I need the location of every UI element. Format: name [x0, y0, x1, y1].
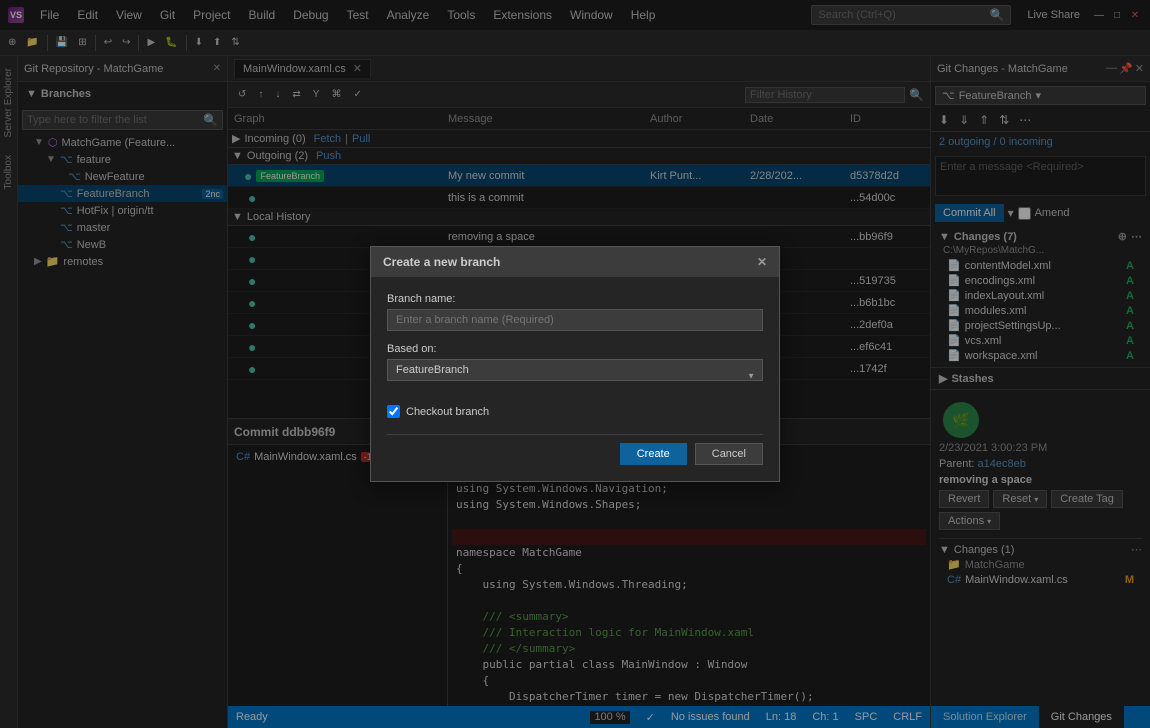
checkout-checkbox[interactable] [387, 405, 400, 418]
based-on-label: Based on: [387, 343, 763, 355]
checkout-label: Checkout branch [406, 406, 489, 418]
dialog-footer: Create Cancel [387, 434, 763, 465]
dialog-title: Create a new branch [383, 255, 500, 269]
branch-name-label: Branch name: [387, 293, 763, 305]
dialog-body: Branch name: Based on: FeatureBranch mas… [371, 277, 779, 481]
dialog-close-btn[interactable]: ✕ [757, 255, 767, 269]
dialog-overlay[interactable]: Create a new branch ✕ Branch name: Based… [0, 0, 1150, 728]
branch-name-input[interactable] [387, 309, 763, 331]
create-btn[interactable]: Create [620, 443, 687, 465]
based-on-select[interactable]: FeatureBranch master feature NewFeature [387, 359, 763, 381]
cancel-btn[interactable]: Cancel [695, 443, 763, 465]
create-branch-dialog: Create a new branch ✕ Branch name: Based… [370, 246, 780, 482]
based-on-select-wrapper: FeatureBranch master feature NewFeature [387, 359, 763, 393]
checkout-checkbox-row: Checkout branch [387, 405, 763, 418]
dialog-title-bar: Create a new branch ✕ [371, 247, 779, 277]
